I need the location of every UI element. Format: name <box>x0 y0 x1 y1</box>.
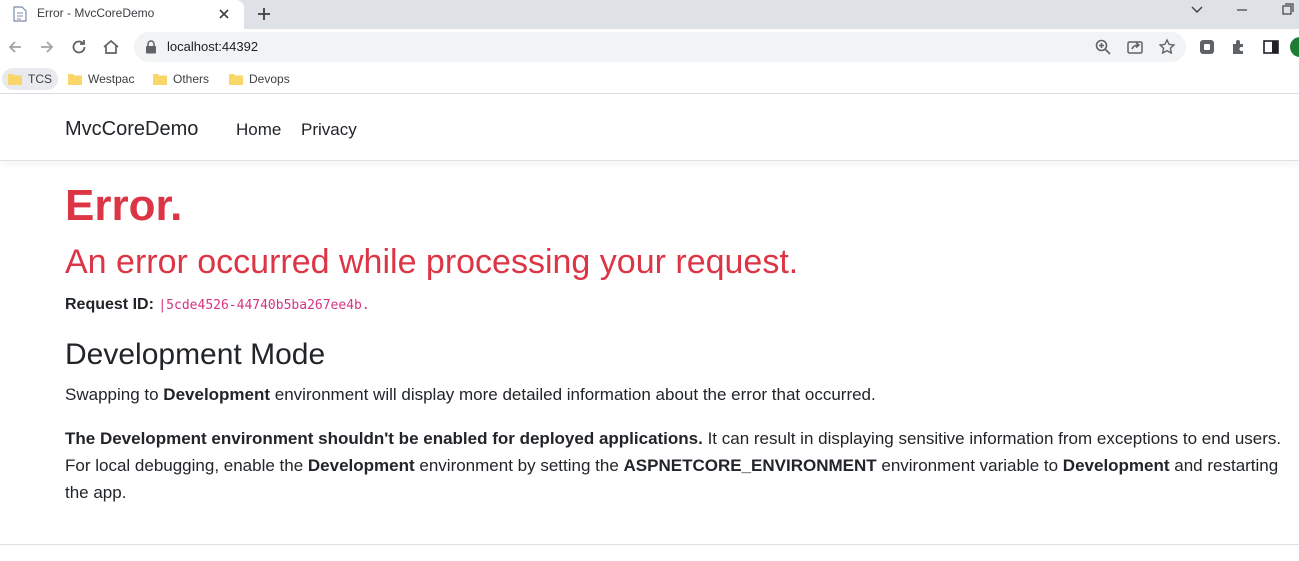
browser-tabstrip: Error - MvcCoreDemo <box>0 0 1299 29</box>
bookmark-label: Westpac <box>88 72 135 86</box>
minimize-window-icon[interactable] <box>1222 0 1262 24</box>
site-navbar: MvcCoreDemo Home Privacy <box>0 98 1299 161</box>
back-arrow-icon[interactable] <box>5 37 25 57</box>
close-tab-icon[interactable] <box>214 4 234 24</box>
share-icon[interactable] <box>1126 38 1144 56</box>
tab-search-chevron-icon[interactable] <box>1177 0 1217 24</box>
lock-icon[interactable] <box>145 40 157 54</box>
profile-avatar[interactable] <box>1290 37 1299 57</box>
folder-icon <box>8 74 22 85</box>
forward-arrow-icon[interactable] <box>37 37 57 57</box>
text-span: environment by setting the <box>414 456 624 475</box>
bookmark-label: TCS <box>28 72 52 86</box>
bold-development: Development <box>163 385 271 404</box>
bold-development: Development <box>307 456 415 475</box>
development-mode-heading: Development Mode <box>65 338 326 371</box>
reload-icon[interactable] <box>69 37 89 57</box>
folder-icon <box>229 74 243 85</box>
nav-link-privacy[interactable]: Privacy <box>301 120 357 140</box>
bold-development: Development <box>1062 456 1170 475</box>
bold-env-var-name: ASPNETCORE_ENVIRONMENT <box>623 456 877 475</box>
address-bar[interactable]: localhost:44392 <box>134 32 1186 62</box>
tab-title: Error - MvcCoreDemo <box>37 6 155 20</box>
bold-warning: The Development environment shouldn't be… <box>65 429 703 448</box>
bookmark-label: Others <box>173 72 210 86</box>
side-panel-icon[interactable] <box>1262 38 1280 56</box>
extensions-puzzle-icon[interactable] <box>1230 38 1248 56</box>
new-tab-icon[interactable] <box>253 3 275 25</box>
error-subtitle: An error occurred while processing your … <box>65 243 799 281</box>
folder-icon <box>68 74 82 85</box>
request-id-value: |5cde4526-44740b5ba267ee4b. <box>158 298 370 313</box>
bookmark-folder-devops[interactable]: Devops <box>223 68 296 90</box>
request-id-label: Request ID: <box>65 296 154 313</box>
browser-tab-active[interactable]: Error - MvcCoreDemo <box>0 0 244 29</box>
browser-toolbar: localhost:44392 <box>0 29 1299 65</box>
development-warning-paragraph: The Development environment shouldn't be… <box>65 425 1290 506</box>
text-span: environment will display more detailed i… <box>270 385 876 404</box>
development-info-paragraph: Swapping to Development environment will… <box>65 381 876 408</box>
footer-divider <box>0 544 1299 545</box>
bookmark-label: Devops <box>249 72 290 86</box>
bookmarks-bar: TCS Westpac Others Devops <box>0 65 1299 94</box>
request-id-line: Request ID: |5cde4526-44740b5ba267ee4b. <box>65 296 370 314</box>
folder-icon <box>153 74 167 85</box>
url-text[interactable]: localhost:44392 <box>167 39 258 54</box>
restore-window-icon[interactable] <box>1267 0 1299 24</box>
home-icon[interactable] <box>101 37 121 57</box>
page-favicon-icon <box>13 6 27 22</box>
bookmark-star-icon[interactable] <box>1158 38 1176 56</box>
nav-link-home[interactable]: Home <box>236 120 281 140</box>
extension-app-icon[interactable] <box>1198 38 1216 56</box>
site-brand-link[interactable]: MvcCoreDemo <box>65 118 198 141</box>
text-span: Swapping to <box>65 385 164 404</box>
zoom-icon[interactable] <box>1094 38 1112 56</box>
bookmark-folder-others[interactable]: Others <box>147 68 215 90</box>
bookmark-folder-westpac[interactable]: Westpac <box>62 68 140 90</box>
bookmark-folder-tcs[interactable]: TCS <box>2 68 58 90</box>
text-span: environment variable to <box>876 456 1063 475</box>
error-title: Error. <box>65 181 183 230</box>
